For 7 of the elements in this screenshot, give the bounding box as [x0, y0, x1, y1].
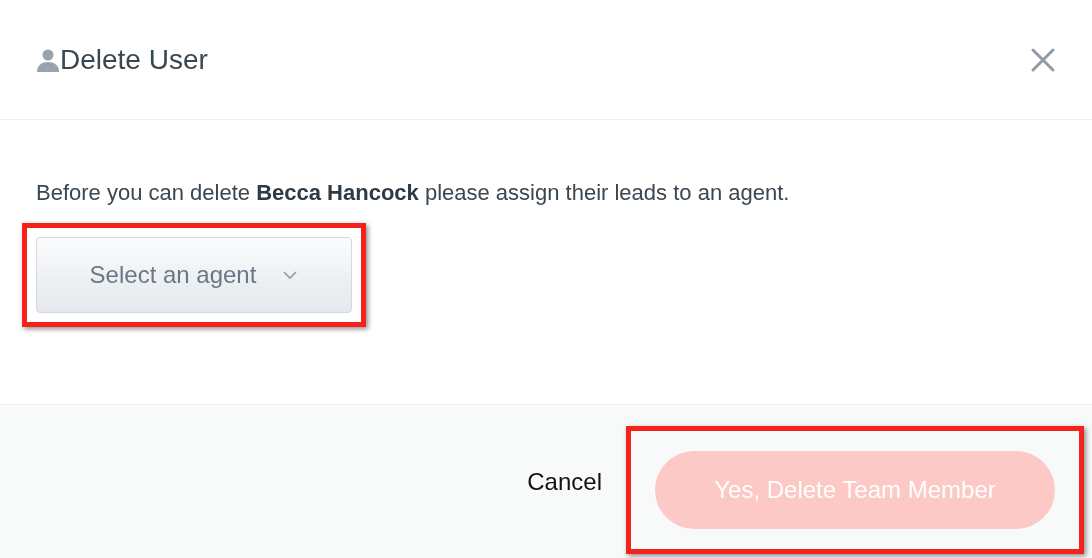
user-icon: [36, 47, 60, 72]
chevron-down-icon: [282, 270, 299, 280]
agent-dropdown[interactable]: Select an agent: [36, 237, 352, 313]
cancel-link[interactable]: Cancel: [527, 463, 602, 500]
close-icon[interactable]: [1030, 46, 1056, 73]
message-text: Before you can delete Becca Hancock please assign their leads to an agent.: [36, 179, 791, 207]
dialog-title: Delete User: [60, 42, 208, 77]
